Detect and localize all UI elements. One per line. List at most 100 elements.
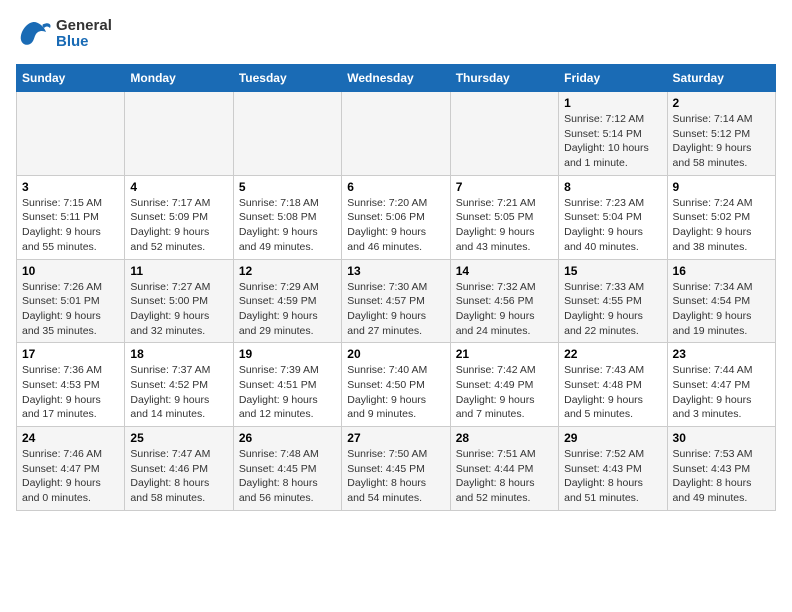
calendar-cell: 26 Sunrise: 7:48 AMSunset: 4:45 PMDayligh… [233, 427, 341, 511]
day-info: Sunrise: 7:27 AMSunset: 5:00 PMDaylight:… [130, 280, 227, 339]
day-number: 1 [564, 96, 661, 110]
day-info: Sunrise: 7:36 AMSunset: 4:53 PMDaylight:… [22, 363, 119, 422]
logo: General Blue [16, 16, 112, 52]
header-wednesday: Wednesday [342, 65, 450, 92]
day-number: 5 [239, 180, 336, 194]
day-number: 18 [130, 347, 227, 361]
calendar-cell: 15 Sunrise: 7:33 AMSunset: 4:55 PMDayligh… [559, 259, 667, 343]
calendar-cell: 9Sunrise: 7:24 AMSunset: 5:02 PMDaylight… [667, 175, 775, 259]
day-info: Sunrise: 7:51 AMSunset: 4:44 PMDaylight:… [456, 447, 553, 506]
day-number: 14 [456, 264, 553, 278]
day-number: 26 [239, 431, 336, 445]
calendar-cell: 20Sunrise: 7:40 AMSunset: 4:50 PMDayligh… [342, 343, 450, 427]
calendar-week-row: 24 Sunrise: 7:46 AMSunset: 4:47 PMDayligh… [17, 427, 776, 511]
logo-bird-icon [16, 16, 52, 52]
day-info: Sunrise: 7:18 AMSunset: 5:08 PMDaylight:… [239, 196, 336, 255]
header-sunday: Sunday [17, 65, 125, 92]
calendar-header-row: SundayMondayTuesdayWednesdayThursdayFrid… [17, 65, 776, 92]
calendar-cell: 6 Sunrise: 7:20 AMSunset: 5:06 PMDaylight… [342, 175, 450, 259]
calendar-cell: 2 Sunrise: 7:14 AMSunset: 5:12 PMDaylight… [667, 92, 775, 176]
calendar-cell: 27Sunrise: 7:50 AMSunset: 4:45 PMDayligh… [342, 427, 450, 511]
day-number: 19 [239, 347, 336, 361]
logo-text-general: General [56, 18, 112, 35]
calendar-cell: 4 Sunrise: 7:17 AMSunset: 5:09 PMDaylight… [125, 175, 233, 259]
day-number: 8 [564, 180, 661, 194]
day-info: Sunrise: 7:46 AMSunset: 4:47 PMDaylight:… [22, 447, 119, 506]
day-info: Sunrise: 7:29 AMSunset: 4:59 PMDaylight:… [239, 280, 336, 339]
calendar-cell: 24 Sunrise: 7:46 AMSunset: 4:47 PMDayligh… [17, 427, 125, 511]
day-info: Sunrise: 7:52 AMSunset: 4:43 PMDaylight:… [564, 447, 661, 506]
day-info: Sunrise: 7:48 AMSunset: 4:45 PMDaylight:… [239, 447, 336, 506]
calendar-cell: 19Sunrise: 7:39 AMSunset: 4:51 PMDayligh… [233, 343, 341, 427]
calendar-cell: 5 Sunrise: 7:18 AMSunset: 5:08 PMDaylight… [233, 175, 341, 259]
calendar-week-row: 1 Sunrise: 7:12 AMSunset: 5:14 PMDaylight… [17, 92, 776, 176]
calendar-cell: 23Sunrise: 7:44 AMSunset: 4:47 PMDayligh… [667, 343, 775, 427]
day-info: Sunrise: 7:20 AMSunset: 5:06 PMDaylight:… [347, 196, 444, 255]
day-info: Sunrise: 7:30 AMSunset: 4:57 PMDaylight:… [347, 280, 444, 339]
calendar-cell: 10Sunrise: 7:26 AMSunset: 5:01 PMDayligh… [17, 259, 125, 343]
calendar-cell [450, 92, 558, 176]
day-number: 11 [130, 264, 227, 278]
day-number: 20 [347, 347, 444, 361]
day-number: 2 [673, 96, 770, 110]
header-saturday: Saturday [667, 65, 775, 92]
day-info: Sunrise: 7:43 AMSunset: 4:48 PMDaylight:… [564, 363, 661, 422]
day-number: 7 [456, 180, 553, 194]
header-monday: Monday [125, 65, 233, 92]
day-number: 21 [456, 347, 553, 361]
day-info: Sunrise: 7:42 AMSunset: 4:49 PMDaylight:… [456, 363, 553, 422]
calendar-cell: 30 Sunrise: 7:53 AMSunset: 4:43 PMDayligh… [667, 427, 775, 511]
calendar-cell [233, 92, 341, 176]
header-thursday: Thursday [450, 65, 558, 92]
day-number: 15 [564, 264, 661, 278]
calendar-cell: 7 Sunrise: 7:21 AMSunset: 5:05 PMDaylight… [450, 175, 558, 259]
calendar-cell [125, 92, 233, 176]
day-info: Sunrise: 7:37 AMSunset: 4:52 PMDaylight:… [130, 363, 227, 422]
calendar-table: SundayMondayTuesdayWednesdayThursdayFrid… [16, 64, 776, 511]
day-info: Sunrise: 7:12 AMSunset: 5:14 PMDaylight:… [564, 112, 661, 171]
day-info: Sunrise: 7:26 AMSunset: 5:01 PMDaylight:… [22, 280, 119, 339]
day-info: Sunrise: 7:47 AMSunset: 4:46 PMDaylight:… [130, 447, 227, 506]
calendar-week-row: 10Sunrise: 7:26 AMSunset: 5:01 PMDayligh… [17, 259, 776, 343]
calendar-cell: 16 Sunrise: 7:34 AMSunset: 4:54 PMDayligh… [667, 259, 775, 343]
day-number: 17 [22, 347, 119, 361]
calendar-cell: 14 Sunrise: 7:32 AMSunset: 4:56 PMDayligh… [450, 259, 558, 343]
day-number: 6 [347, 180, 444, 194]
calendar-cell: 28 Sunrise: 7:51 AMSunset: 4:44 PMDayligh… [450, 427, 558, 511]
day-info: Sunrise: 7:15 AMSunset: 5:11 PMDaylight:… [22, 196, 119, 255]
day-number: 13 [347, 264, 444, 278]
day-number: 24 [22, 431, 119, 445]
header-friday: Friday [559, 65, 667, 92]
day-number: 28 [456, 431, 553, 445]
header: General Blue [16, 16, 776, 52]
day-info: Sunrise: 7:32 AMSunset: 4:56 PMDaylight:… [456, 280, 553, 339]
logo-text-blue: Blue [56, 34, 112, 51]
calendar-cell: 17 Sunrise: 7:36 AMSunset: 4:53 PMDayligh… [17, 343, 125, 427]
calendar-cell: 22 Sunrise: 7:43 AMSunset: 4:48 PMDayligh… [559, 343, 667, 427]
day-info: Sunrise: 7:44 AMSunset: 4:47 PMDaylight:… [673, 363, 770, 422]
calendar-cell [342, 92, 450, 176]
calendar-cell: 18 Sunrise: 7:37 AMSunset: 4:52 PMDayligh… [125, 343, 233, 427]
day-info: Sunrise: 7:14 AMSunset: 5:12 PMDaylight:… [673, 112, 770, 171]
day-info: Sunrise: 7:17 AMSunset: 5:09 PMDaylight:… [130, 196, 227, 255]
calendar-cell [17, 92, 125, 176]
day-info: Sunrise: 7:21 AMSunset: 5:05 PMDaylight:… [456, 196, 553, 255]
calendar-cell: 12Sunrise: 7:29 AMSunset: 4:59 PMDayligh… [233, 259, 341, 343]
day-number: 16 [673, 264, 770, 278]
calendar-cell: 11 Sunrise: 7:27 AMSunset: 5:00 PMDayligh… [125, 259, 233, 343]
calendar-week-row: 3Sunrise: 7:15 AMSunset: 5:11 PMDaylight… [17, 175, 776, 259]
calendar-cell: 1 Sunrise: 7:12 AMSunset: 5:14 PMDaylight… [559, 92, 667, 176]
calendar-cell: 25Sunrise: 7:47 AMSunset: 4:46 PMDayligh… [125, 427, 233, 511]
day-info: Sunrise: 7:34 AMSunset: 4:54 PMDaylight:… [673, 280, 770, 339]
day-info: Sunrise: 7:53 AMSunset: 4:43 PMDaylight:… [673, 447, 770, 506]
header-tuesday: Tuesday [233, 65, 341, 92]
day-number: 4 [130, 180, 227, 194]
day-number: 22 [564, 347, 661, 361]
day-info: Sunrise: 7:33 AMSunset: 4:55 PMDaylight:… [564, 280, 661, 339]
calendar-cell: 13 Sunrise: 7:30 AMSunset: 4:57 PMDayligh… [342, 259, 450, 343]
day-number: 27 [347, 431, 444, 445]
calendar-cell: 3Sunrise: 7:15 AMSunset: 5:11 PMDaylight… [17, 175, 125, 259]
day-info: Sunrise: 7:24 AMSunset: 5:02 PMDaylight:… [673, 196, 770, 255]
day-number: 30 [673, 431, 770, 445]
day-number: 29 [564, 431, 661, 445]
